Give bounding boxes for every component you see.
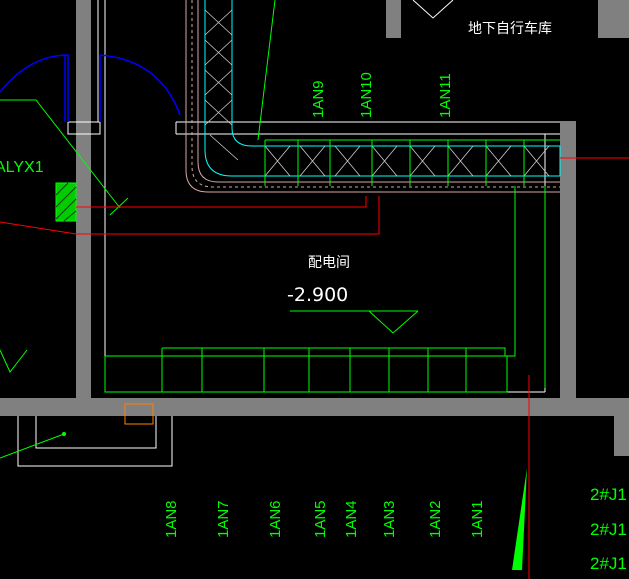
door-arc-right (99, 54, 181, 116)
elevation-value: -2.900 (287, 284, 348, 306)
leader-lower-left (0, 433, 65, 459)
circuit-1an7: 1AN7 (215, 500, 232, 538)
tray-hatch-vertical (204, 9, 239, 161)
circuit-1an4: 1AN4 (343, 500, 360, 538)
right-tags: 2#J1 2#J1 2#J1 (590, 485, 627, 573)
top-right-wall (598, 0, 629, 38)
room-label: 地下自行车库 (468, 20, 552, 37)
switchgear-top (162, 347, 506, 356)
electrical-room-label: 配电间 (308, 255, 350, 271)
tray-riser-1 (505, 186, 516, 357)
right-tag-1: 2#J1 (590, 485, 627, 504)
circuit-1an10: 1AN10 (358, 72, 375, 118)
panel-alyx1-symbol (55, 182, 77, 222)
lower-box-inner (35, 416, 157, 449)
circuit-1an9: 1AN9 (310, 80, 327, 118)
circuit-1an6: 1AN6 (267, 500, 284, 538)
right-column-wall (560, 121, 576, 398)
walls (0, 0, 629, 456)
panel-label: ALYX1 (0, 159, 44, 176)
top-triangle-marker (412, 0, 454, 19)
top-stub-wall (386, 0, 401, 38)
bottom-circuit-labels: 1AN8 1AN7 1AN6 1AN5 1AN4 1AN3 1AN2 1AN1 (163, 500, 486, 538)
circuit-1an11: 1AN11 (437, 73, 454, 118)
tray-hatch-vertical-b (204, 9, 233, 126)
circuit-1an8: 1AN8 (163, 500, 180, 538)
right-tag-2: 2#J1 (590, 520, 627, 539)
top-circuit-labels: 1AN9 1AN10 1AN11 (310, 72, 454, 118)
leader-dot (62, 432, 66, 436)
circuit-1an3: 1AN3 (381, 500, 398, 538)
switchgear-bank-outline (104, 355, 508, 393)
cad-drawing-canvas: 地下自行车库 配电间 -2.900 ALYX1 1AN9 1AN10 1AN11… (0, 0, 629, 579)
left-triangle-marker (0, 349, 28, 373)
left-column-wall (76, 0, 91, 398)
right-stub-wall (614, 414, 629, 456)
elevation-triangle (368, 310, 419, 334)
green-spike-marker (512, 468, 527, 570)
circuit-1an1: 1AN1 (469, 500, 486, 538)
leader-top (257, 0, 276, 141)
door-arc-left (0, 54, 69, 122)
tray-hatch-horizontal (264, 145, 550, 177)
right-tag-3: 2#J1 (590, 554, 627, 573)
circuit-1an5: 1AN5 (312, 500, 329, 538)
circuit-1an2: 1AN2 (427, 500, 444, 538)
bottom-wall (0, 398, 629, 416)
